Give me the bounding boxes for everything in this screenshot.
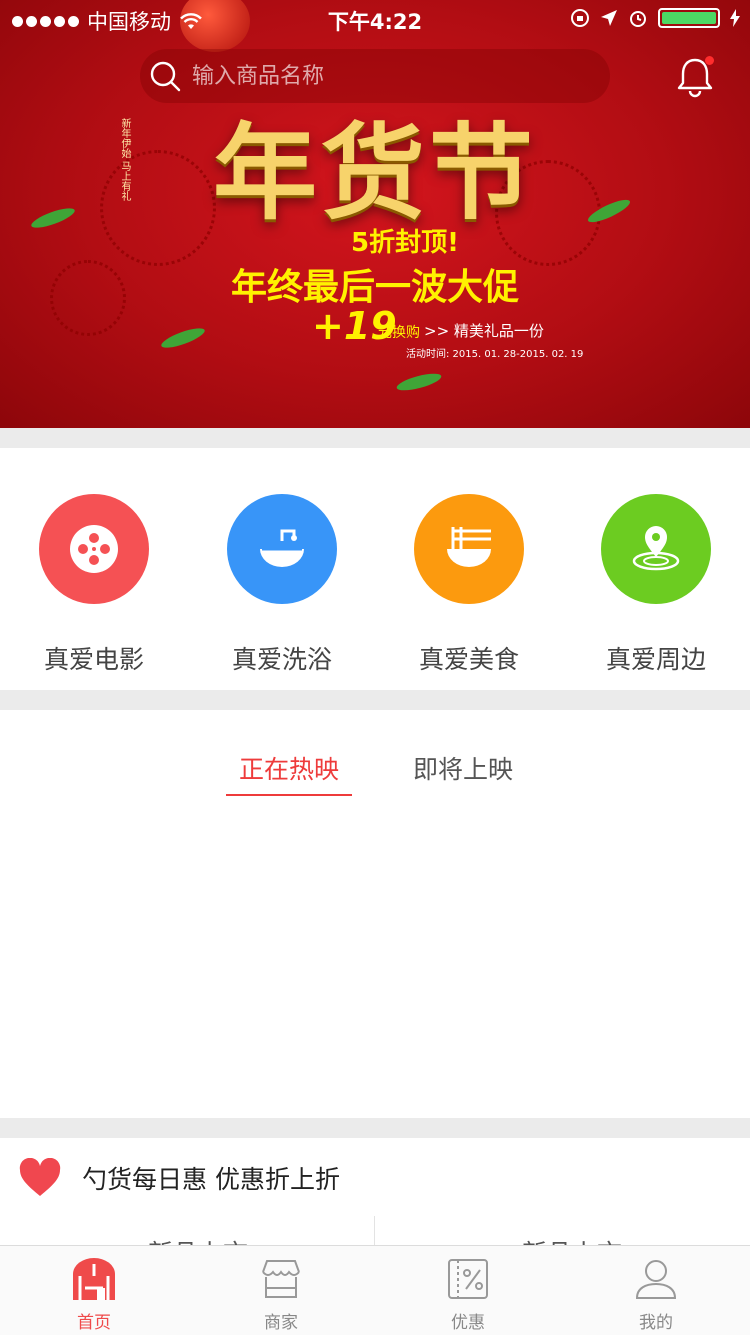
search-bar[interactable] bbox=[140, 49, 610, 103]
movie-section: 正在热映 即将上映 bbox=[0, 710, 750, 1118]
tab-label: 优惠 bbox=[451, 1313, 485, 1333]
tab-profile[interactable]: 我的 bbox=[596, 1258, 716, 1333]
category-nearby[interactable]: 真爱周边 bbox=[566, 494, 746, 676]
banner-subtitle: 5折封顶! bbox=[351, 228, 459, 258]
category-bath[interactable]: 真爱洗浴 bbox=[192, 494, 372, 676]
shower-bath-icon bbox=[260, 529, 304, 567]
banner-gift-text: >> 精美礼品一份 bbox=[424, 322, 544, 340]
tab-merchants[interactable]: 商家 bbox=[221, 1258, 341, 1333]
user-icon bbox=[635, 1260, 677, 1299]
leaf-decoration bbox=[159, 324, 207, 352]
alarm-icon bbox=[630, 11, 646, 27]
location-arrow-icon bbox=[601, 10, 617, 26]
category-circle bbox=[227, 494, 337, 604]
section-divider bbox=[0, 428, 750, 448]
discount-icon bbox=[448, 1259, 488, 1299]
battery-icon bbox=[658, 8, 720, 28]
leaf-decoration bbox=[395, 370, 443, 394]
status-bar: 中国移动 下午4:22 bbox=[0, 0, 750, 38]
heart-icon bbox=[19, 1158, 61, 1196]
home-icon bbox=[73, 1258, 115, 1300]
banner-title: 年货节 bbox=[212, 111, 537, 234]
rotation-lock-icon bbox=[571, 9, 589, 27]
bottom-tab-bar: 首页 商家 优惠 我的 bbox=[0, 1245, 750, 1335]
category-circle bbox=[39, 494, 149, 604]
notification-dot bbox=[705, 56, 714, 65]
category-label: 真爱美食 bbox=[418, 645, 519, 674]
category-food[interactable]: 真爱美食 bbox=[379, 494, 559, 676]
tab-home[interactable]: 首页 bbox=[34, 1258, 154, 1333]
tab-label: 首页 bbox=[77, 1313, 111, 1333]
deals-title: 勺货每日惠 优惠折上折 bbox=[82, 1165, 340, 1194]
tab-label: 商家 bbox=[264, 1313, 298, 1333]
tab-label: 我的 bbox=[639, 1313, 673, 1333]
location-pin-icon bbox=[632, 526, 680, 571]
active-tab-indicator bbox=[226, 794, 352, 796]
category-grid: 真爱电影 真爱洗浴 真爱美食 真爱周边 bbox=[0, 448, 750, 690]
film-reel-icon bbox=[70, 525, 118, 573]
search-icon bbox=[150, 61, 181, 92]
banner-headline: 年终最后一波大促 bbox=[230, 267, 519, 308]
charging-icon bbox=[730, 9, 740, 27]
tab-discounts[interactable]: 优惠 bbox=[408, 1258, 528, 1333]
store-icon bbox=[262, 1260, 300, 1298]
section-divider bbox=[0, 1118, 750, 1138]
banner-promo-unit: 元换购 bbox=[378, 325, 420, 341]
category-circle bbox=[414, 494, 524, 604]
promo-banner[interactable]: 新年伊始 马上有礼 年货节 5折封顶! 年终最后一波大促 +19 元换购 >> … bbox=[0, 0, 750, 428]
banner-date: 活动时间: 2015. 01. 28-2015. 02. 19 bbox=[406, 349, 584, 360]
category-label: 真爱周边 bbox=[605, 645, 706, 674]
category-label: 真爱电影 bbox=[43, 645, 144, 674]
category-label: 真爱洗浴 bbox=[231, 645, 332, 674]
search-input[interactable] bbox=[190, 62, 574, 90]
daily-deals-section: 勺货每日惠 优惠折上折 新品上市 新品上市 bbox=[0, 1138, 750, 1268]
category-movie[interactable]: 真爱电影 bbox=[4, 494, 184, 676]
section-divider bbox=[0, 690, 750, 710]
category-circle bbox=[601, 494, 711, 604]
tab-now-showing[interactable]: 正在热映 bbox=[226, 750, 352, 786]
noodle-bowl-icon bbox=[447, 527, 491, 567]
tab-coming-soon[interactable]: 即将上映 bbox=[400, 750, 526, 786]
